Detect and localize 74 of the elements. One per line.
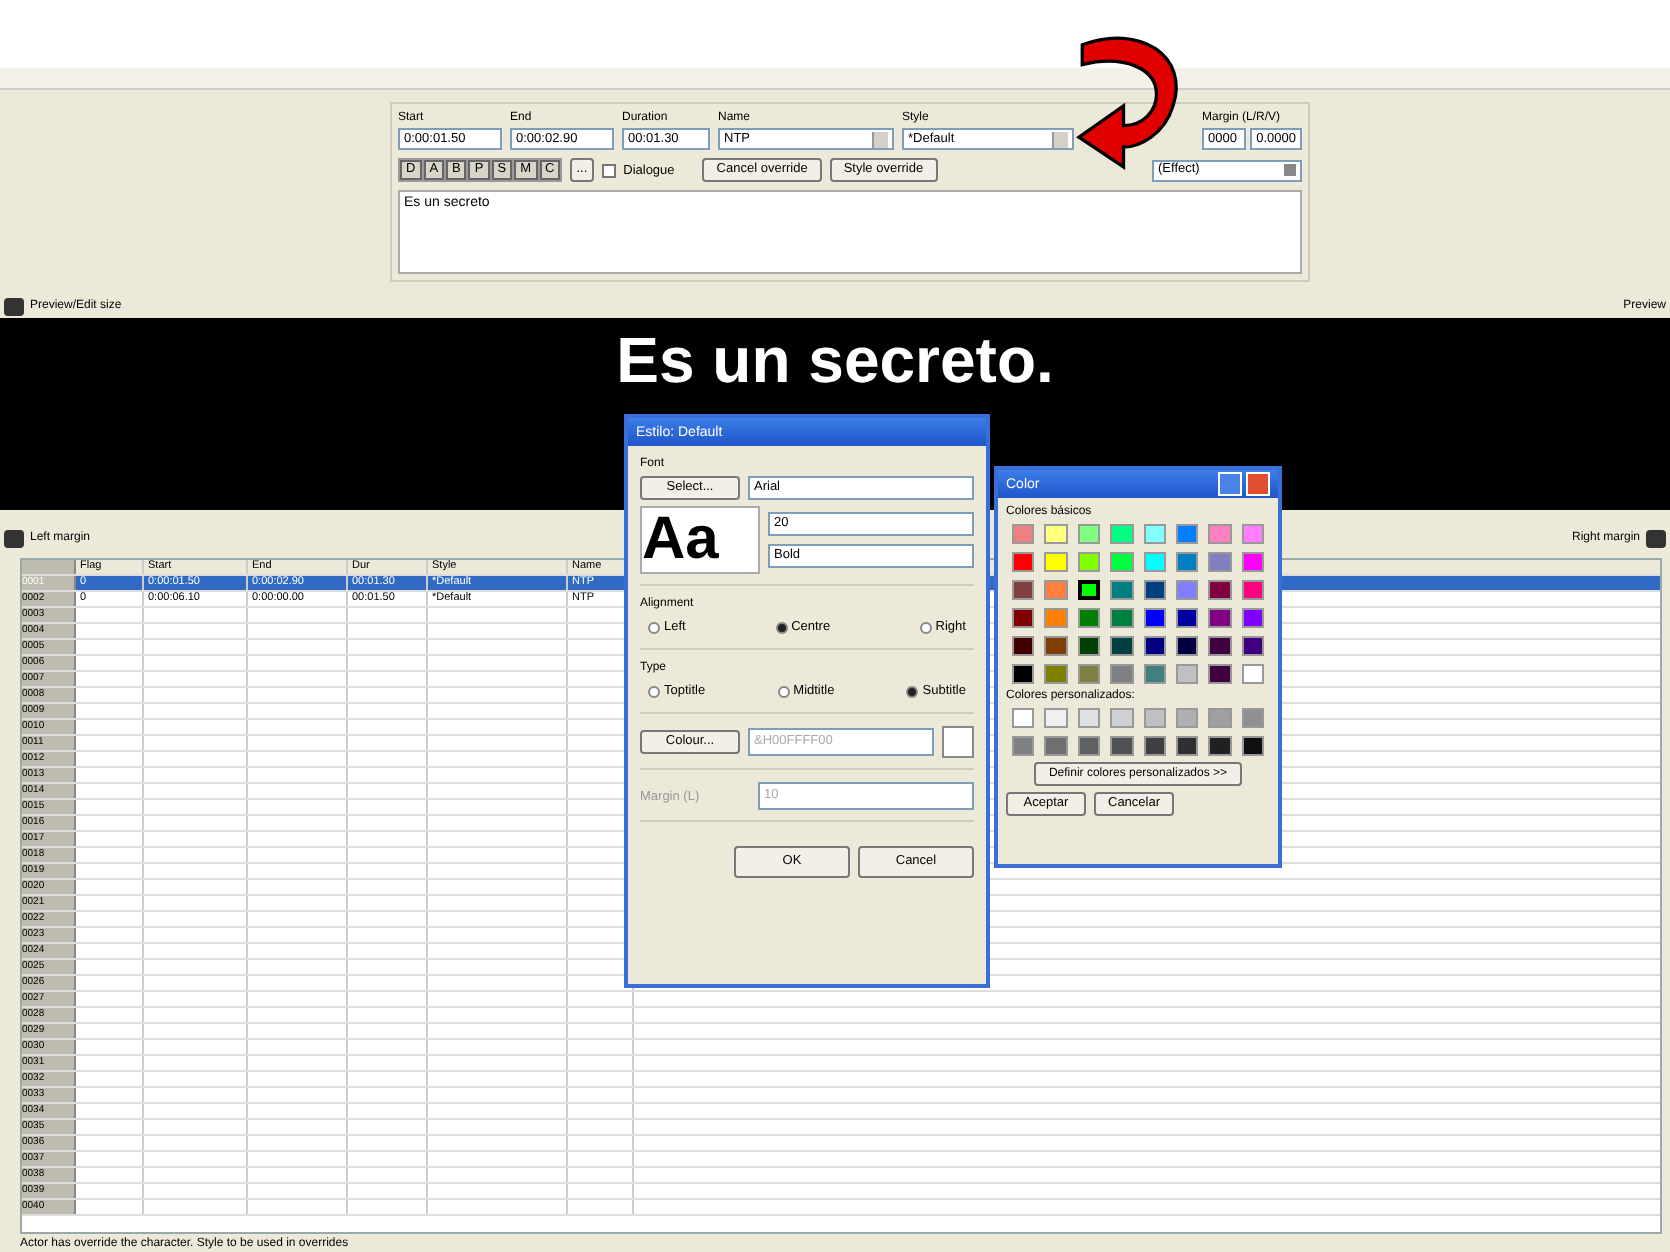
color-swatch[interactable] — [1143, 608, 1166, 628]
color-swatch[interactable] — [1044, 736, 1068, 756]
color-swatch[interactable] — [1208, 524, 1232, 544]
color-swatch[interactable] — [1110, 552, 1133, 572]
color-swatch[interactable] — [1143, 736, 1166, 756]
color-swatch[interactable] — [1012, 736, 1035, 756]
color-swatch[interactable] — [1208, 736, 1232, 756]
color-swatch[interactable] — [1044, 708, 1068, 728]
color-swatch[interactable] — [1044, 664, 1068, 684]
color-swatch[interactable] — [1077, 552, 1101, 572]
color-swatch[interactable] — [1143, 664, 1166, 684]
color-swatch[interactable] — [1110, 608, 1133, 628]
color-swatch[interactable] — [1044, 608, 1068, 628]
color-swatch[interactable] — [1241, 636, 1264, 656]
color-swatch[interactable] — [1110, 664, 1133, 684]
color-swatch[interactable] — [1077, 736, 1101, 756]
font-sample: Aa — [640, 506, 760, 574]
arrows-icon[interactable] — [4, 297, 24, 315]
color-swatch[interactable] — [1110, 736, 1133, 756]
checkbox[interactable] — [601, 163, 616, 177]
color-swatch[interactable] — [1012, 608, 1035, 628]
color-swatch[interactable] — [1208, 608, 1232, 628]
arrows-icon[interactable] — [4, 529, 24, 547]
color-swatch[interactable] — [1241, 524, 1264, 544]
color-swatch[interactable] — [1143, 636, 1166, 656]
color-swatch[interactable] — [1175, 736, 1199, 756]
color-swatch[interactable] — [1241, 580, 1264, 600]
color-swatch[interactable] — [1077, 664, 1101, 684]
color-swatch[interactable] — [1175, 552, 1199, 572]
close-icon[interactable] — [1246, 472, 1270, 496]
arrows-icon[interactable] — [1646, 529, 1666, 547]
color-swatch[interactable] — [1077, 580, 1101, 600]
color-swatch[interactable] — [1143, 580, 1166, 600]
color-swatch[interactable] — [1175, 664, 1199, 684]
color-swatch[interactable] — [1110, 524, 1133, 544]
color-swatch[interactable] — [1208, 664, 1232, 684]
color-swatch[interactable] — [1044, 636, 1068, 656]
color-swatch[interactable] — [1241, 552, 1264, 572]
color-swatch[interactable] — [1077, 708, 1101, 728]
color-swatch[interactable] — [1012, 524, 1035, 544]
color-swatch[interactable] — [1241, 664, 1264, 684]
color-swatch[interactable] — [1143, 524, 1166, 544]
color-swatch[interactable] — [1143, 552, 1166, 572]
color-swatch[interactable] — [1175, 636, 1199, 656]
color-swatch[interactable] — [1044, 552, 1068, 572]
color-swatch[interactable] — [1175, 524, 1199, 544]
subtitle-text: Es un secreto. — [616, 324, 1054, 398]
color-swatch[interactable] — [1077, 524, 1101, 544]
color-swatch[interactable] — [1241, 708, 1264, 728]
color-swatch[interactable] — [1077, 636, 1101, 656]
color-swatch[interactable] — [1110, 580, 1133, 600]
color-swatch[interactable] — [1012, 636, 1035, 656]
color-swatch[interactable] — [1044, 524, 1068, 544]
color-swatch[interactable] — [1208, 552, 1232, 572]
grid-corner — [22, 560, 76, 574]
color-swatch[interactable] — [1241, 608, 1264, 628]
colour-preview — [942, 726, 974, 758]
color-swatch[interactable] — [1175, 580, 1199, 600]
color-swatch[interactable] — [1012, 580, 1035, 600]
color-swatch[interactable] — [1044, 580, 1068, 600]
color-swatch[interactable] — [1012, 708, 1035, 728]
color-swatch[interactable] — [1012, 552, 1035, 572]
color-swatch[interactable] — [1241, 736, 1264, 756]
color-swatch[interactable] — [1175, 608, 1199, 628]
color-swatch[interactable] — [1208, 636, 1232, 656]
color-swatch[interactable] — [1143, 708, 1166, 728]
color-swatch[interactable] — [1077, 608, 1101, 628]
color-swatch[interactable] — [1208, 708, 1232, 728]
help-icon[interactable] — [1218, 472, 1242, 496]
color-swatch[interactable] — [1175, 708, 1199, 728]
color-swatch[interactable] — [1110, 708, 1133, 728]
color-swatch[interactable] — [1012, 664, 1035, 684]
color-swatch[interactable] — [1110, 636, 1133, 656]
color-swatch[interactable] — [1208, 580, 1232, 600]
